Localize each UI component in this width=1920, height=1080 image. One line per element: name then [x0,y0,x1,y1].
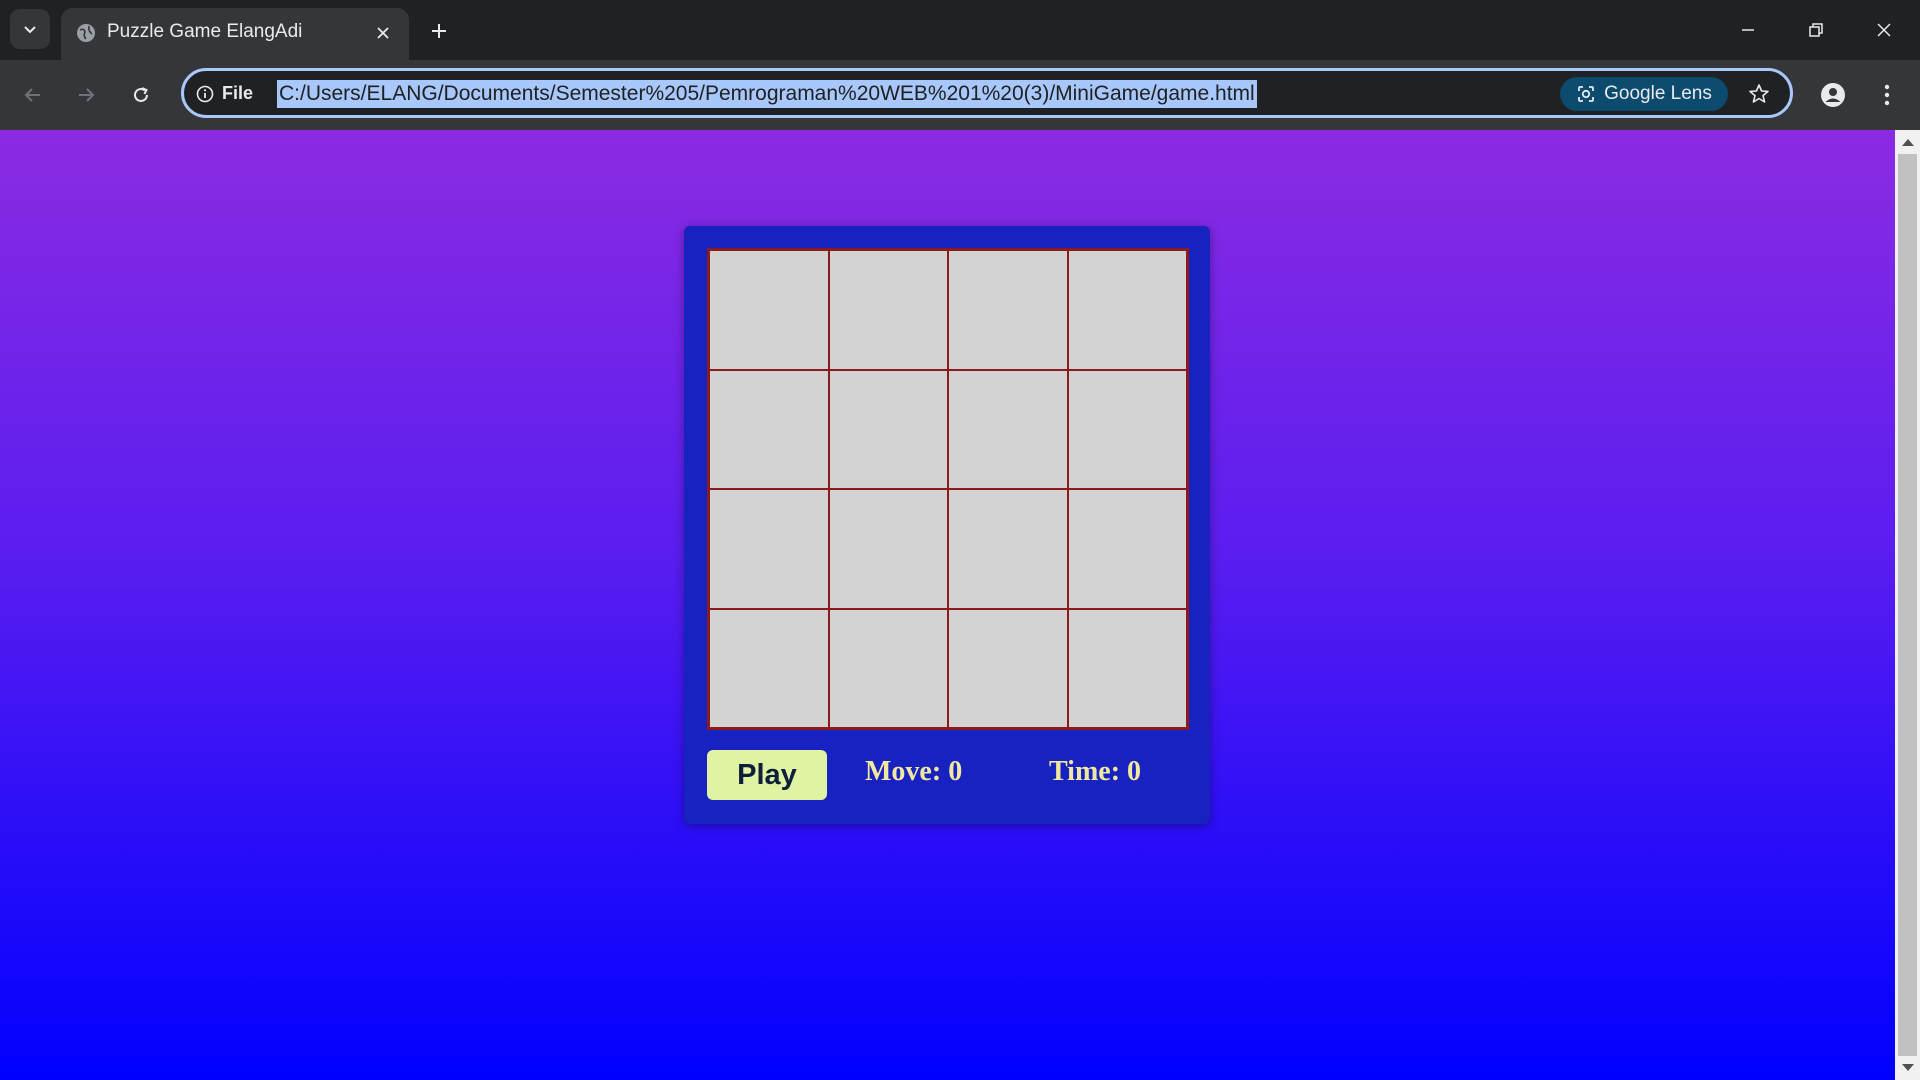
puzzle-tile[interactable] [1067,608,1187,728]
time-counter: Time: 0 [1049,756,1141,788]
browser-toolbar: File C:/Users/ELANG/Documents/Semester%2… [0,60,1920,130]
google-lens-button[interactable]: Google Lens [1560,77,1728,111]
puzzle-tile[interactable] [1067,369,1187,489]
game-panel: Play Move: 0 Time: 0 [684,226,1210,824]
reload-icon[interactable] [123,77,159,113]
close-window-icon[interactable] [1862,12,1906,48]
scroll-up-icon[interactable] [1902,139,1914,146]
more-menu-icon[interactable] [1872,76,1902,114]
profile-avatar-icon[interactable] [1814,76,1852,114]
minimize-icon[interactable] [1726,12,1770,48]
globe-icon [73,20,99,46]
address-bar[interactable]: File C:/Users/ELANG/Documents/Semester%2… [181,68,1793,118]
move-label: Move: [865,756,942,787]
puzzle-tile[interactable] [828,250,948,370]
back-arrow-icon[interactable] [15,77,51,113]
tab-search-button[interactable] [10,9,50,49]
puzzle-tile[interactable] [1067,250,1187,370]
vertical-scrollbar[interactable] [1895,130,1920,1080]
scheme-label: File [222,83,254,103]
chevron-down-icon [24,26,36,34]
url-text[interactable]: C:/Users/ELANG/Documents/Semester%205/Pe… [277,80,1257,108]
close-tab-icon[interactable] [371,21,395,45]
play-button[interactable]: Play [707,750,827,800]
new-tab-icon[interactable] [425,17,453,45]
puzzle-tile[interactable] [1067,489,1187,609]
puzzle-tile[interactable] [709,369,829,489]
puzzle-board [707,248,1189,730]
time-label: Time: [1049,756,1121,787]
browser-tab[interactable]: Puzzle Game ElangAdi [61,8,409,60]
forward-arrow-icon[interactable] [68,77,104,113]
puzzle-tile[interactable] [709,608,829,728]
tab-title: Puzzle Game ElangAdi [107,21,303,42]
scrollbar-thumb[interactable] [1898,154,1917,1056]
google-lens-label: Google Lens [1604,83,1712,104]
page-viewport: Play Move: 0 Time: 0 [0,130,1895,1080]
puzzle-tile[interactable] [948,608,1068,728]
browser-title-bar: Puzzle Game ElangAdi [0,0,1920,60]
site-info-chip[interactable]: File [196,83,253,104]
puzzle-tile[interactable] [828,489,948,609]
info-icon [196,85,214,102]
puzzle-tile[interactable] [948,250,1068,370]
bookmark-star-icon[interactable] [1744,79,1774,109]
game-controls: Play Move: 0 Time: 0 [707,750,1189,800]
puzzle-tile[interactable] [948,489,1068,609]
move-value: 0 [948,756,963,787]
puzzle-tile[interactable] [828,608,948,728]
time-value: 0 [1127,756,1142,787]
move-counter: Move: 0 [865,756,962,788]
restore-icon[interactable] [1794,12,1838,48]
lens-icon [1578,86,1595,102]
puzzle-tile[interactable] [948,369,1068,489]
scroll-down-icon[interactable] [1902,1064,1914,1071]
puzzle-tile[interactable] [828,369,948,489]
puzzle-tile[interactable] [709,489,829,609]
puzzle-tile[interactable] [709,250,829,370]
